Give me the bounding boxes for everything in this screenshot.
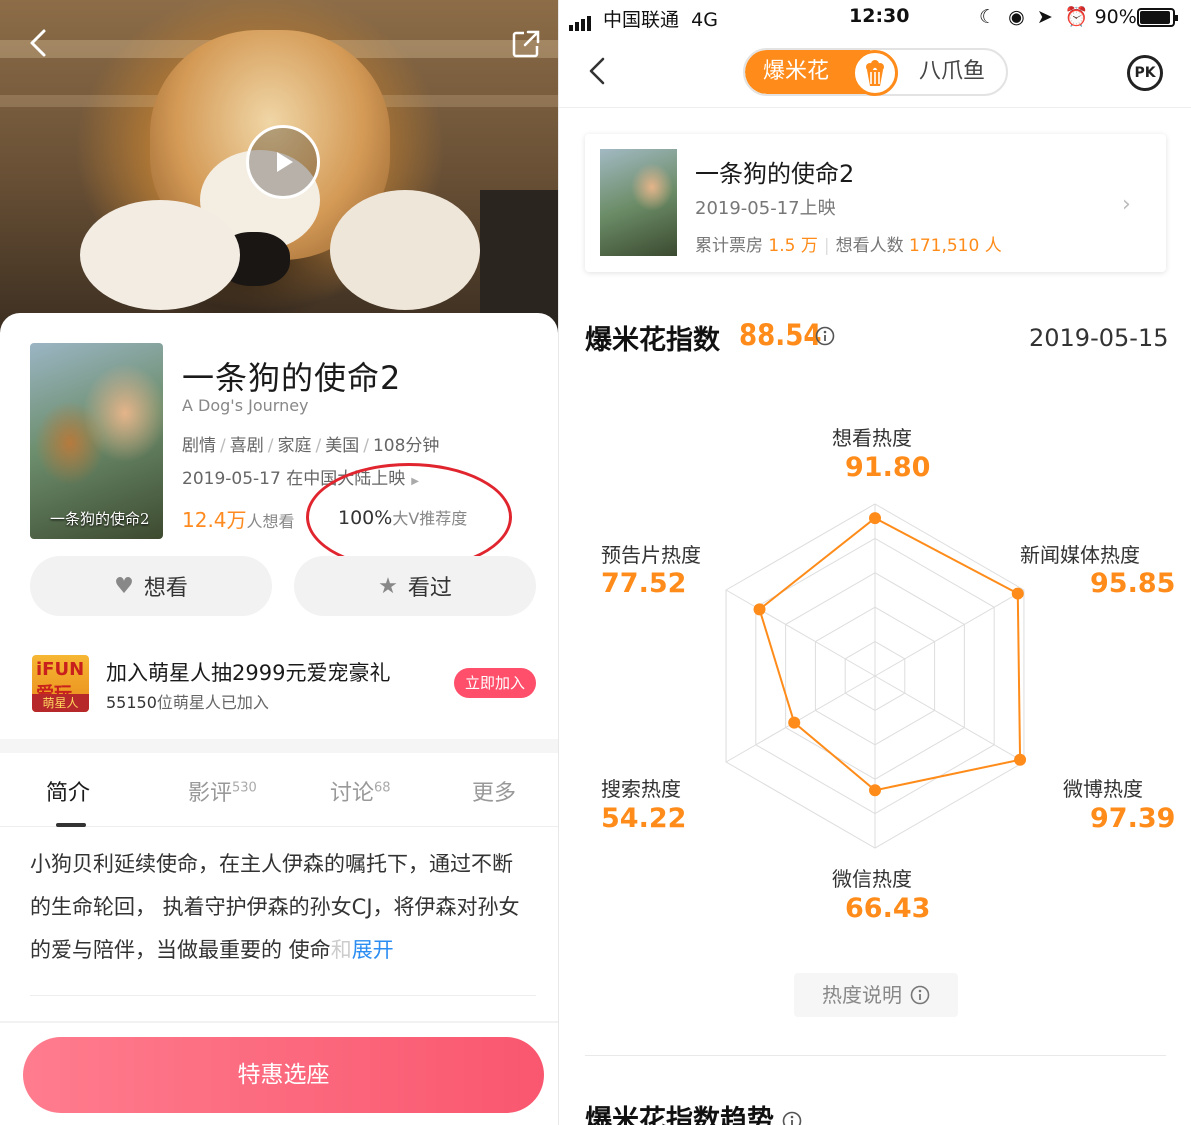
heat-explain-button[interactable]: 热度说明 [794, 973, 958, 1017]
signal-icon [569, 9, 593, 31]
screenshot-root: 一条狗的使命2 一条狗的使命2 A Dog's Journey 剧情 / 喜剧 / 家庭… [0, 0, 1191, 1125]
card-title: 一条狗的使命2 [695, 160, 855, 188]
radar-label-weibo: 微博热度 [1063, 777, 1143, 801]
radar-axis [874, 675, 1025, 763]
movie-title: 一条狗的使命2 [182, 359, 402, 397]
moon-icon: ☾ [979, 6, 997, 28]
status-bar: 中国联通 4G 12:30 ☾ ◉ ➤ ⏰ 90% [559, 0, 1191, 34]
location-icon: ➤ [1036, 6, 1053, 28]
tab-reviews[interactable]: 影评530 [188, 775, 257, 807]
radar-chart: 想看热度 91.80 新闻媒体热度 95.85 微博热度 97.39 微信热度 … [559, 400, 1191, 960]
movie-poster[interactable]: 一条狗的使命2 [30, 343, 163, 539]
clock: 12:30 [849, 5, 910, 27]
highlight-circle [306, 463, 512, 571]
radar-point-2 [1014, 753, 1027, 766]
back-icon[interactable] [22, 26, 56, 60]
play-button[interactable] [246, 125, 320, 199]
poster-title: 一条狗的使命2 [50, 510, 150, 528]
card-release-date: 2019-05-17上映 [695, 198, 836, 219]
radar-value-weibo: 97.39 [1090, 803, 1176, 834]
radar-value-news: 95.85 [1090, 568, 1176, 599]
chevron-right-icon: › [1122, 192, 1131, 217]
movie-genres: 剧情 / 喜剧 / 家庭 / 美国/108分钟 [182, 436, 440, 456]
trailer-hero[interactable] [0, 0, 558, 340]
star-icon: ★ [378, 573, 398, 599]
index-date: 2019-05-15 [1029, 324, 1169, 352]
battery-icon [1137, 8, 1178, 27]
expand-link[interactable]: 展开 [352, 938, 394, 962]
back-icon[interactable] [585, 56, 609, 86]
seen-button[interactable]: ★ 看过 [294, 556, 536, 616]
radar-axis [874, 589, 1025, 677]
radar-point-4 [788, 716, 801, 729]
detail-tabs: 简介 影评530 讨论68 更多 [0, 753, 558, 827]
radar-axis [725, 675, 876, 763]
want-count: 12.4万人想看 [182, 508, 295, 532]
radar-value-search: 54.22 [601, 803, 687, 834]
share-icon[interactable] [510, 28, 542, 60]
radar-value-want: 91.80 [845, 452, 931, 483]
popcorn-index-screen: 中国联通 4G 12:30 ☾ ◉ ➤ ⏰ 90% 爆米花 八爪鱼 PK 一条狗… [558, 0, 1191, 1125]
radar-point-0 [869, 512, 881, 525]
radar-label-want: 想看热度 [832, 426, 912, 450]
section-gap [0, 739, 558, 753]
index-label: 爆米花指数 [585, 325, 720, 356]
pk-button[interactable]: PK [1127, 55, 1163, 91]
promo-members: 55150位萌星人已加入 [106, 693, 269, 712]
heart-icon: ♥ [114, 573, 134, 599]
movie-detail-screen: 一条狗的使命2 一条狗的使命2 A Dog's Journey 剧情 / 喜剧 / 家庭… [0, 0, 558, 1125]
radar-label-wechat: 微信热度 [832, 867, 912, 891]
tab-intro[interactable]: 简介 [46, 775, 90, 807]
movie-thumbnail [600, 149, 677, 256]
tab-octopus[interactable]: 八爪鱼 [919, 50, 985, 94]
radar-series-polygon [758, 516, 1022, 792]
buy-ticket-button[interactable]: 特惠选座 [23, 1037, 544, 1113]
index-value: 88.54 [739, 318, 822, 352]
lock-rotation-icon: ◉ [1008, 6, 1025, 28]
radar-axis [725, 589, 876, 677]
movie-synopsis: 小狗贝利延续使命，在主人伊森的嘱托下，通过不断的生命轮回， 执着守护伊森的孙女C… [30, 852, 520, 962]
radar-value-trailer: 77.52 [601, 568, 687, 599]
radar-label-search: 搜索热度 [601, 777, 681, 801]
info-icon[interactable] [782, 1111, 802, 1125]
radar-point-3 [869, 784, 881, 797]
card-stats: 累计票房 1.5 万 | 想看人数 171,510 人 [695, 236, 1002, 256]
popcorn-icon [852, 50, 898, 96]
trend-title: 爆米花指数趋势 [585, 1098, 802, 1125]
tab-more[interactable]: 更多 [472, 775, 516, 807]
movie-info-card: 一条狗的使命2 一条狗的使命2 A Dog's Journey 剧情 / 喜剧 / 家庭… [0, 313, 558, 1125]
radar-point-5 [753, 603, 766, 616]
radar-label-trailer: 预告片热度 [601, 543, 701, 567]
info-icon[interactable] [815, 326, 835, 346]
promo-logo: iFUN 爱玩 萌星人 [32, 655, 89, 712]
info-icon [910, 985, 930, 1005]
movie-english-title: A Dog's Journey [182, 396, 309, 415]
radar-point-1 [1011, 587, 1024, 600]
alarm-icon: ⏰ [1064, 6, 1089, 28]
radar-value-wechat: 66.43 [845, 893, 931, 924]
active-tab-indicator [56, 823, 86, 827]
want-button[interactable]: ♥ 想看 [30, 556, 272, 616]
promo-title[interactable]: 加入萌星人抽2999元爱宠豪礼 [106, 657, 390, 687]
radar-label-news: 新闻媒体热度 [1020, 543, 1140, 567]
play-icon [277, 152, 293, 172]
movie-summary-card[interactable]: 一条狗的使命2 2019-05-17上映 累计票房 1.5 万 | 想看人数 171… [585, 134, 1166, 272]
join-button[interactable]: 立即加入 [454, 668, 536, 698]
tab-discussion[interactable]: 讨论68 [330, 775, 391, 807]
